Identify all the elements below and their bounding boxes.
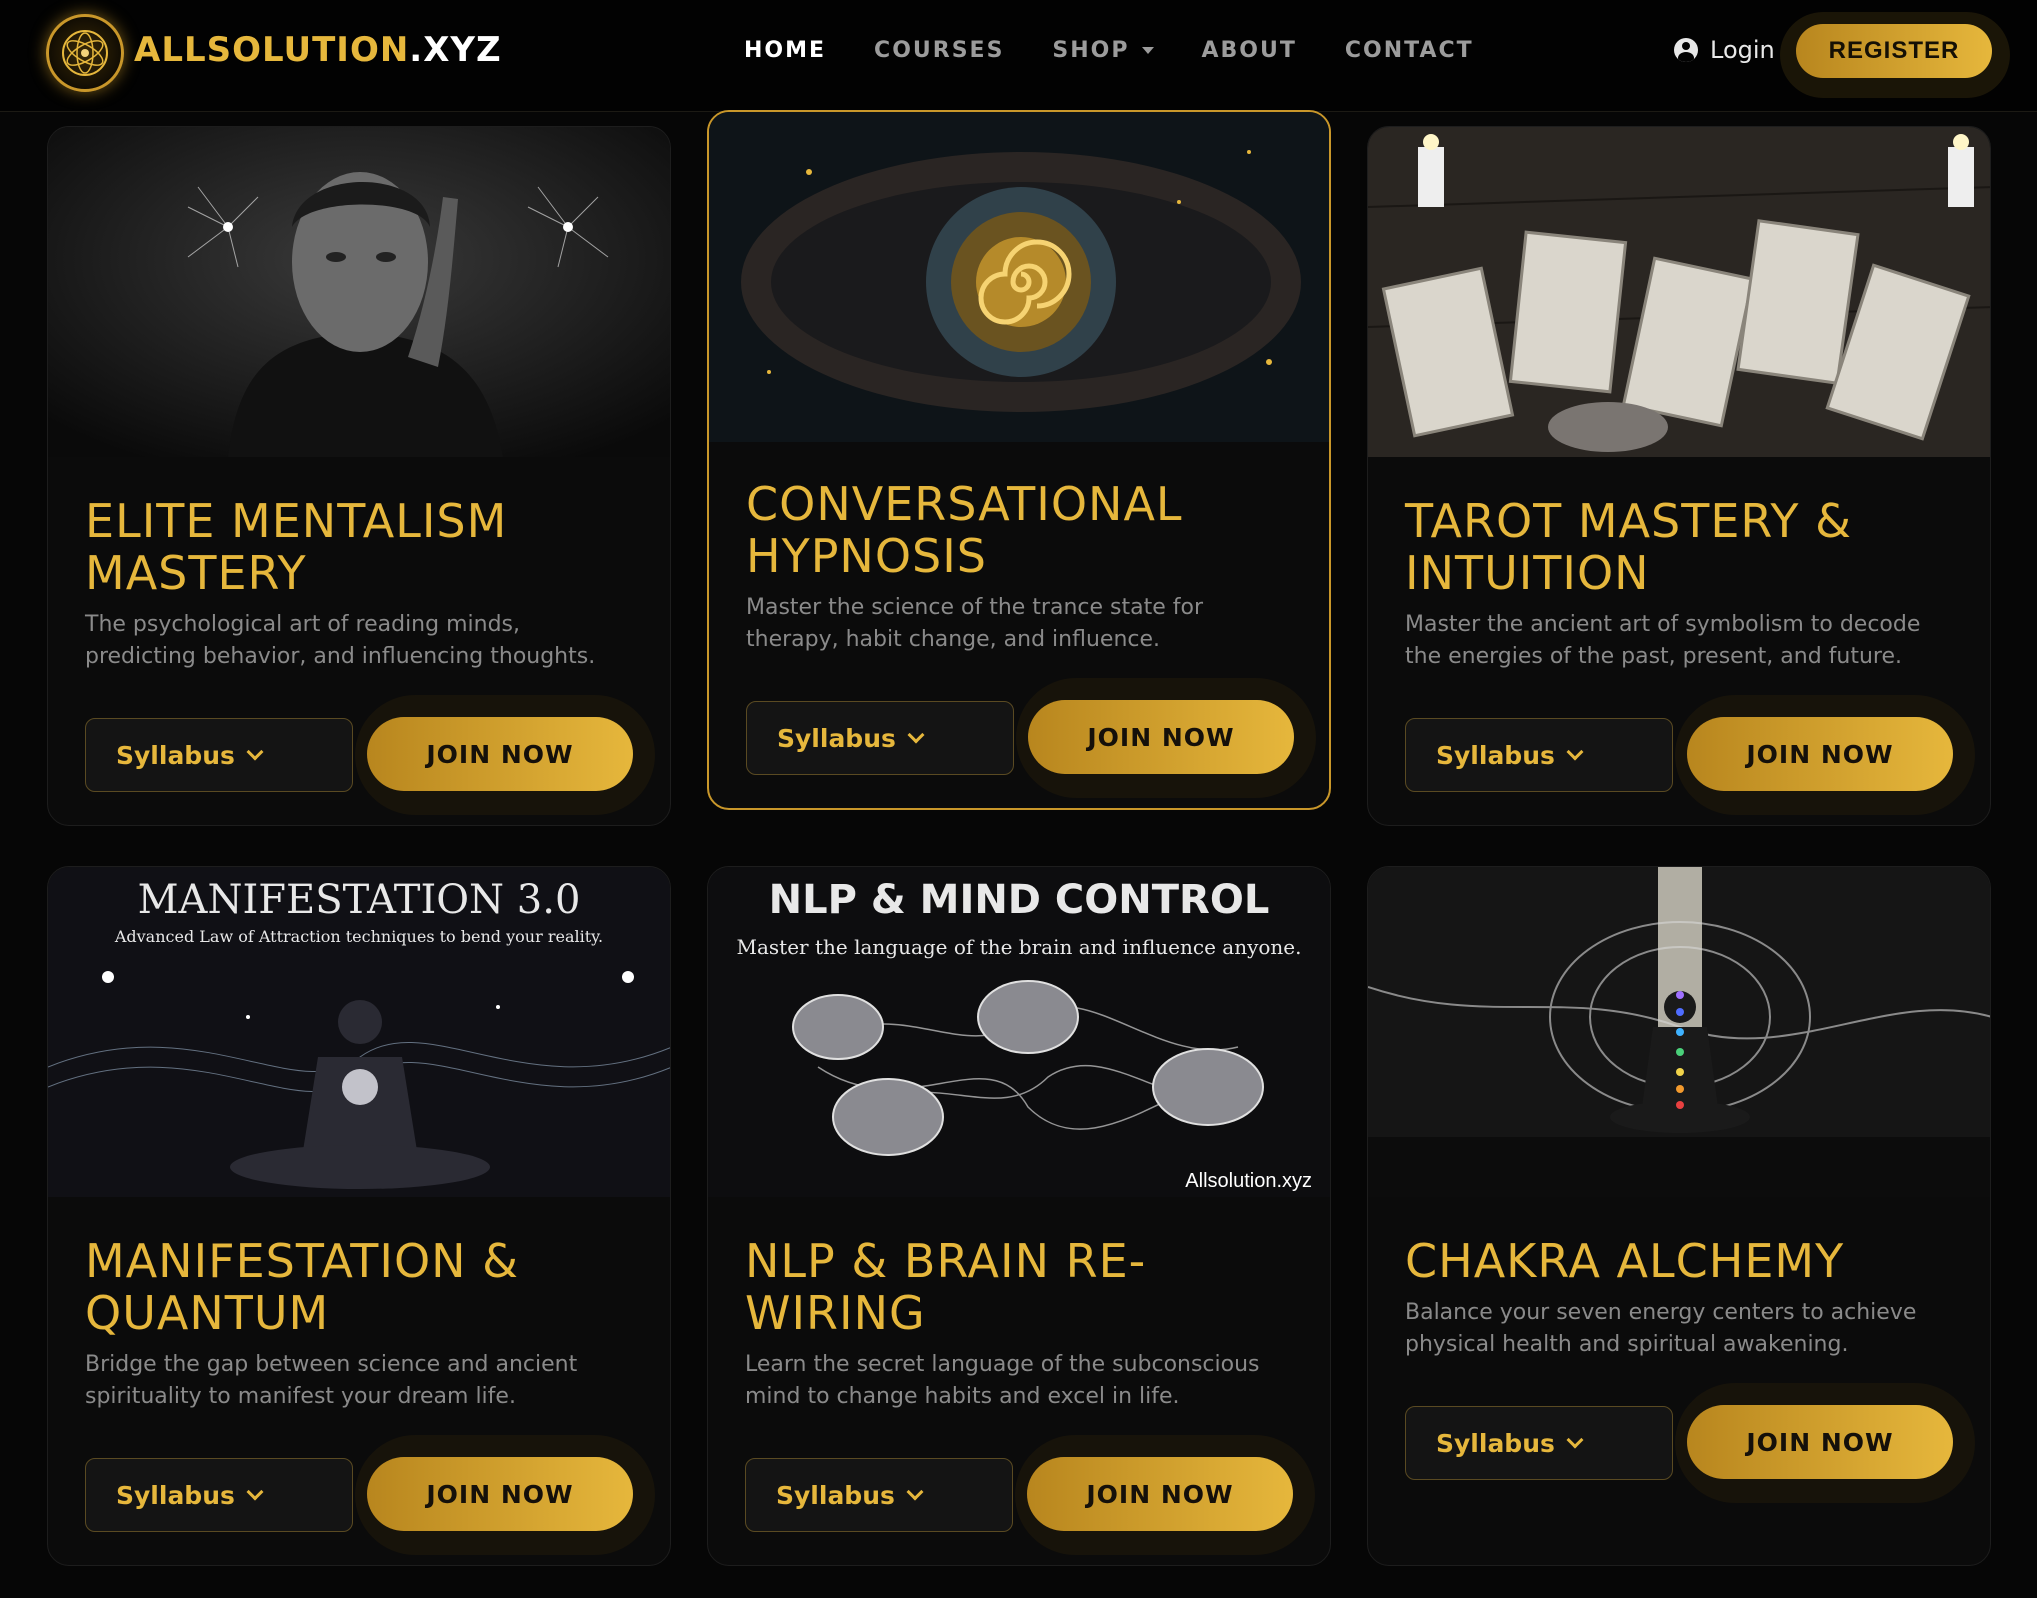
chevron-down-icon (1566, 743, 1584, 761)
syllabus-label: Syllabus (1436, 1428, 1555, 1458)
course-description: Master the ancient art of symbolism to d… (1405, 612, 1921, 669)
syllabus-label: Syllabus (116, 1480, 235, 1510)
user-icon (1674, 38, 1698, 62)
caret-down-icon (1141, 47, 1154, 54)
login-link[interactable]: Login (1674, 36, 1775, 64)
nav-shop[interactable]: SHOP (1052, 38, 1154, 63)
course-card-tarot: TAROT MASTERY & INTUITION Master the anc… (1367, 126, 1991, 826)
join-now-button[interactable]: JOIN NOW (367, 1457, 633, 1531)
join-now-button[interactable]: JOIN NOW (1687, 717, 1953, 791)
syllabus-button[interactable]: Syllabus (85, 718, 353, 792)
course-card-hypnosis: CONVERSATIONAL HYPNOSIS Master the scien… (707, 110, 1331, 810)
image-headline: NLP & MIND CONTROL (768, 877, 1270, 923)
syllabus-button[interactable]: Syllabus (85, 1458, 353, 1532)
course-card-mentalism: ELITE MENTALISM MASTERY The psychologica… (47, 126, 671, 826)
course-title: ELITE MENTALISM MASTERY (85, 494, 508, 600)
syllabus-label: Syllabus (777, 723, 896, 753)
join-now-button[interactable]: JOIN NOW (1027, 1457, 1293, 1531)
course-title: TAROT MASTERY & INTUITION (1405, 494, 1853, 600)
course-description: The psychological art of reading minds, … (85, 612, 596, 669)
logo-icon[interactable] (46, 14, 124, 92)
register-glow: REGISTER (1780, 12, 2010, 98)
chevron-down-icon (1566, 1431, 1584, 1449)
image-headline: MANIFESTATION 3.0 (137, 877, 581, 923)
join-glow: JOIN NOW (1675, 1383, 1975, 1503)
course-title: CONVERSATIONAL HYPNOSIS (746, 477, 1183, 583)
course-card-manifestation: MANIFESTATION 3.0 Advanced Law of Attrac… (47, 866, 671, 1566)
image-watermark: Allsolution.xyz (1185, 1170, 1312, 1192)
login-label: Login (1710, 36, 1775, 64)
main-menu: HOME COURSES SHOP ABOUT CONTACT (744, 38, 1474, 63)
join-glow: JOIN NOW (355, 1435, 655, 1555)
register-button[interactable]: REGISTER (1796, 24, 1992, 78)
nlp-brains-image: NLP & MIND CONTROL Master the language o… (708, 867, 1330, 1197)
course-title: MANIFESTATION & QUANTUM (85, 1234, 520, 1340)
image-subheadline: Master the language of the brain and inf… (736, 935, 1302, 959)
chakra-meditation-image (1368, 867, 1990, 1197)
course-card-chakra: CHAKRA ALCHEMY Balance your seven energy… (1367, 866, 1991, 1566)
image-subheadline: Advanced Law of Attraction techniques to… (114, 927, 604, 946)
hypnosis-eye-image (709, 112, 1329, 442)
syllabus-button[interactable]: Syllabus (745, 1458, 1013, 1532)
join-glow: JOIN NOW (1675, 695, 1975, 815)
chevron-down-icon (246, 1483, 264, 1501)
course-description: Master the science of the trance state f… (746, 595, 1203, 652)
chevron-down-icon (246, 743, 264, 761)
course-description: Learn the secret language of the subcons… (745, 1352, 1260, 1409)
brand-main: ALLSOLUTION (134, 30, 410, 70)
syllabus-label: Syllabus (776, 1480, 895, 1510)
chevron-down-icon (907, 726, 925, 744)
course-title: NLP & BRAIN RE-WIRING (745, 1234, 1147, 1340)
manifestation-image: MANIFESTATION 3.0 Advanced Law of Attrac… (48, 867, 670, 1197)
course-title: CHAKRA ALCHEMY (1405, 1234, 1845, 1288)
syllabus-button[interactable]: Syllabus (1405, 718, 1673, 792)
brand-tld: .XYZ (409, 30, 502, 70)
join-glow: JOIN NOW (355, 695, 655, 815)
join-glow: JOIN NOW (1015, 1435, 1315, 1555)
nav-about[interactable]: ABOUT (1202, 38, 1297, 63)
course-card-nlp: NLP & MIND CONTROL Master the language o… (707, 866, 1331, 1566)
join-glow: JOIN NOW (1016, 678, 1316, 798)
course-description: Balance your seven energy centers to ach… (1405, 1300, 1917, 1357)
tarot-cards-image (1368, 127, 1990, 457)
course-description: Bridge the gap between science and ancie… (85, 1352, 578, 1409)
chevron-down-icon (906, 1483, 924, 1501)
nav-courses[interactable]: COURSES (874, 38, 1004, 63)
syllabus-button[interactable]: Syllabus (746, 701, 1014, 775)
nav-home[interactable]: HOME (744, 38, 826, 63)
join-now-button[interactable]: JOIN NOW (1687, 1405, 1953, 1479)
syllabus-button[interactable]: Syllabus (1405, 1406, 1673, 1480)
brand-name[interactable]: ALLSOLUTION.XYZ (134, 30, 502, 70)
nav-shop-label: SHOP (1052, 38, 1130, 63)
join-now-button[interactable]: JOIN NOW (1028, 700, 1294, 774)
nav-contact[interactable]: CONTACT (1345, 38, 1474, 63)
syllabus-label: Syllabus (1436, 740, 1555, 770)
top-navbar: ALLSOLUTION.XYZ HOME COURSES SHOP ABOUT … (0, 0, 2037, 112)
syllabus-label: Syllabus (116, 740, 235, 770)
mentalism-image (48, 127, 670, 457)
join-now-button[interactable]: JOIN NOW (367, 717, 633, 791)
